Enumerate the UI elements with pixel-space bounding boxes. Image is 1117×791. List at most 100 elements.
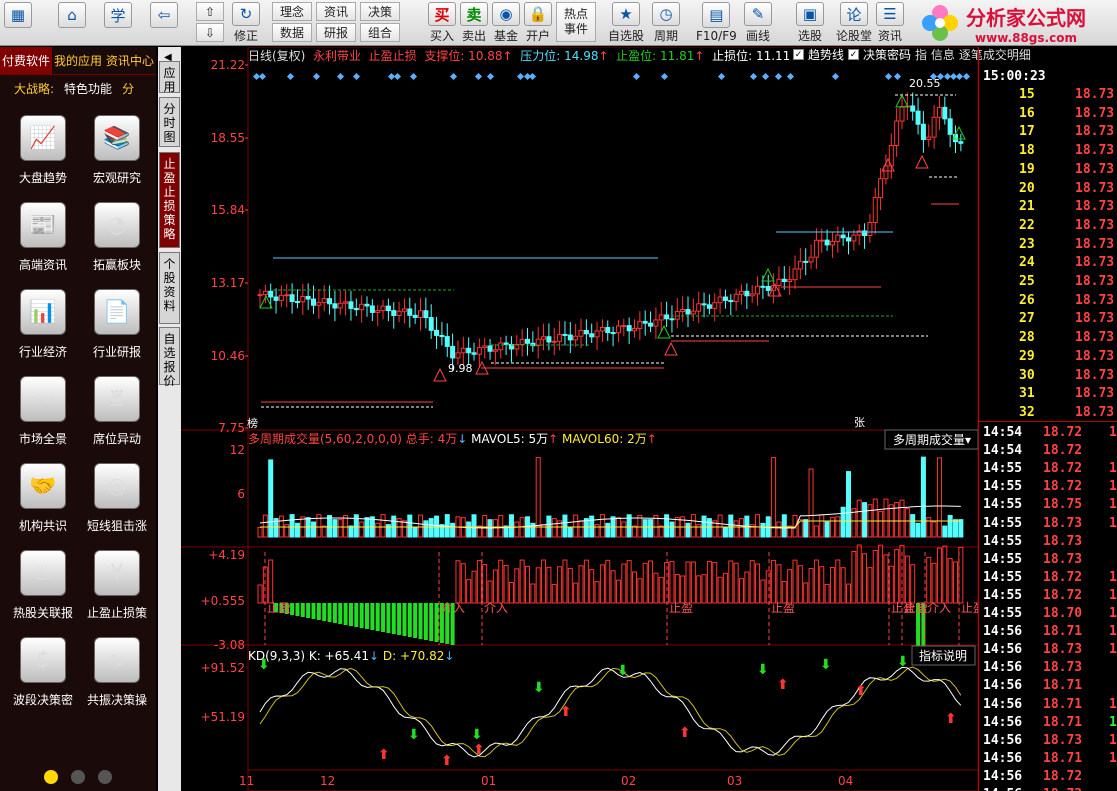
tick-price-cell: 18.75 xyxy=(1043,497,1083,513)
feature-4[interactable]: 📊 行业经济 xyxy=(6,289,80,375)
feature-3[interactable]: ◔ 拓赢板块 xyxy=(80,202,154,288)
strategy-more[interactable]: 分 xyxy=(122,80,134,97)
toolbar-button-9[interactable]: ★ 自选股 xyxy=(608,2,644,44)
candle-body xyxy=(311,298,316,306)
feature-label: 席位异动 xyxy=(92,432,141,446)
volume-bar xyxy=(337,519,343,538)
tick-price: 18.73 xyxy=(1075,255,1115,271)
feature-10[interactable]: ♨ 热股关联报 xyxy=(6,550,80,636)
tick-volume-cell: 1 xyxy=(1109,750,1117,766)
toolbar-button-2[interactable]: 学 xyxy=(104,2,132,44)
feature-label: 热股关联报 xyxy=(12,606,73,620)
volume-bar xyxy=(567,526,573,538)
stop-bar-positive xyxy=(514,568,520,604)
toolbar-button-label: 基金 xyxy=(493,29,518,43)
page-dot-3[interactable] xyxy=(98,770,112,784)
refresh-icon: ↻ xyxy=(232,2,260,26)
vtab-0[interactable]: 应用 xyxy=(159,61,180,94)
candle-body xyxy=(268,290,274,298)
stop-bar-positive xyxy=(492,569,498,604)
signal-diamond xyxy=(409,72,418,81)
toolbar-button-4[interactable]: ↻ 修正 xyxy=(232,2,260,44)
tick-price: 18.73 xyxy=(1075,404,1115,420)
volume-header-part: ↑ xyxy=(548,432,562,446)
tick-price: 18.73 xyxy=(1075,311,1115,327)
candle-body xyxy=(450,345,456,359)
toolbar-button-label: F10/F9 xyxy=(696,29,737,43)
hot-events-button[interactable]: 热点 事件 xyxy=(556,2,596,42)
toolbar-text-button-1[interactable]: 资讯 xyxy=(316,2,356,21)
feature-0[interactable]: 📈 大盘趋势 xyxy=(6,115,80,201)
vtab-1[interactable]: 分时图 xyxy=(159,97,180,147)
page-dot-1[interactable] xyxy=(44,770,58,784)
toolbar-button-3[interactable]: ⇦ xyxy=(150,2,178,44)
tick-row-top: 21 18.73 xyxy=(979,199,1117,218)
candle-body xyxy=(776,278,782,287)
kd-header-part: K: +65.41 xyxy=(309,649,369,663)
feature-12[interactable]: $ 波段决策密 xyxy=(6,637,80,723)
stop-bar-positive xyxy=(626,560,632,604)
toolbar-text-button-2[interactable]: 决策 xyxy=(360,2,400,21)
candle-body xyxy=(434,329,440,336)
candle-body xyxy=(728,299,734,303)
feature-11[interactable]: ¥ 止盈止损策 xyxy=(80,550,154,636)
sidebar-tab-my-apps[interactable]: 我的应用 xyxy=(52,47,104,74)
vtab-4[interactable]: 自选报价 xyxy=(159,327,180,388)
left-sidebar: 付费软件 我的应用 资讯中心 大战略: 特色功能 分 📈 大盘趋势 📚 宏观研究 📰 高端… xyxy=(0,47,156,791)
toolbar-button-14[interactable]: 论论股堂 xyxy=(836,2,872,44)
vtab-2[interactable]: 止盈止损策略 xyxy=(159,152,180,248)
sidebar-tab-paid[interactable]: 付费软件 xyxy=(0,47,52,74)
volume-bar xyxy=(920,456,926,538)
tick-row-top: 26 18.73 xyxy=(979,293,1117,312)
tick-time-cell: 14:56 xyxy=(983,787,1022,791)
feature-13[interactable]: ∿ 共振决策操 xyxy=(80,637,154,723)
kline-chart[interactable]: 21.22 18.55 15.84 13.17 10.46 7.75 9.98 20.55 榜 张… xyxy=(181,47,978,791)
tick-price-cell: 18.71 xyxy=(1043,750,1083,766)
tick-time-cell: 14:56 xyxy=(983,624,1023,640)
feature-9[interactable]: ◎ 短线狙击涨 xyxy=(80,463,154,549)
feature-8[interactable]: 🤝 机构共识 xyxy=(6,463,80,549)
toolbar-button-12[interactable]: ✎ 画线 xyxy=(744,2,772,44)
toolbar-text-button-5[interactable]: 组合 xyxy=(360,23,400,42)
market-chart-icon: 〰 xyxy=(20,376,66,422)
toolbar-button-0[interactable]: ▦ xyxy=(4,2,32,44)
vtab-3[interactable]: 个股资料 xyxy=(159,252,180,324)
tick-seq: 19 xyxy=(1019,161,1035,177)
scroll-down-icon[interactable]: ⇩ xyxy=(196,23,224,42)
volume-select-label[interactable]: 多周期成交量▾ xyxy=(893,432,971,447)
tick-seq: 17 xyxy=(1019,124,1035,140)
toolbar-button-5[interactable]: 买买入 xyxy=(428,2,456,44)
toolbar-button-10[interactable]: ◷ 周期 xyxy=(652,2,680,44)
feature-7[interactable]: ♜ 席位异动 xyxy=(80,376,154,462)
candle-body xyxy=(942,106,948,120)
toolbar-button-15[interactable]: ☰ 资讯 xyxy=(876,2,904,44)
toolbar-button-13[interactable]: ▣ 选股 xyxy=(796,2,824,44)
toolbar-button-1[interactable]: ⌂ xyxy=(58,2,86,44)
toolbar-button-11[interactable]: ▤ F10/F9 xyxy=(696,2,737,44)
stop-bar-positive xyxy=(765,570,771,604)
scroll-up-icon[interactable]: ⇧ xyxy=(196,2,224,21)
candle-body xyxy=(840,234,846,239)
stop-bar-positive xyxy=(535,567,541,604)
candle-body xyxy=(610,332,616,335)
toolbar-button-7[interactable]: ◉ 基金 xyxy=(492,2,520,44)
tick-price-cell: 18.71 xyxy=(1043,696,1083,712)
strategy-value[interactable]: 特色功能 xyxy=(64,80,112,97)
report-icon: 📄 xyxy=(94,289,140,335)
feature-5[interactable]: 📄 行业研报 xyxy=(80,289,154,375)
stop-bar-positive xyxy=(562,559,568,604)
tick-price: 18.73 xyxy=(1075,236,1115,252)
toolbar-text-button-4[interactable]: 研报 xyxy=(316,23,356,42)
toolbar-button-8[interactable]: 🔒 开户 xyxy=(524,2,552,44)
candle-body xyxy=(369,305,375,313)
feature-2[interactable]: 📰 高端资讯 xyxy=(6,202,80,288)
tick-price-cell: 18.71 xyxy=(1043,624,1083,640)
candle-body xyxy=(621,325,627,328)
feature-1[interactable]: 📚 宏观研究 xyxy=(80,115,154,201)
page-dot-2[interactable] xyxy=(71,770,85,784)
sidebar-tab-news[interactable]: 资讯中心 xyxy=(104,47,156,74)
feature-6[interactable]: 〰市场全景 xyxy=(6,376,80,462)
toolbar-text-button-0[interactable]: 理念 xyxy=(272,2,312,21)
toolbar-button-6[interactable]: 卖卖出 xyxy=(460,2,488,44)
toolbar-text-button-3[interactable]: 数据 xyxy=(272,23,312,42)
